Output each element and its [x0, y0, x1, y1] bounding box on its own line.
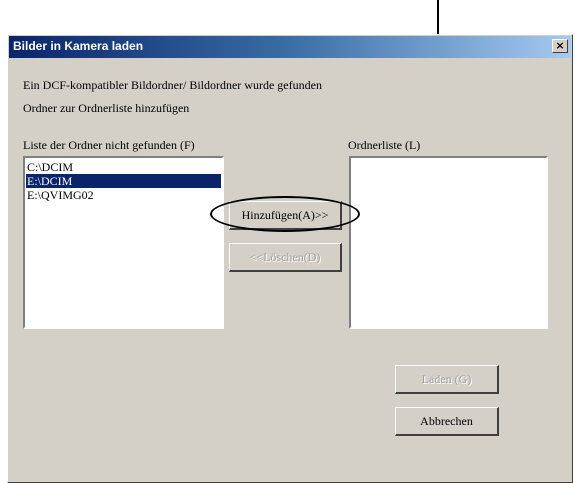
- left-list-label: Liste der Ordner nicht gefunden (F): [23, 138, 195, 152]
- list-item[interactable]: C:\DCIM: [26, 160, 221, 174]
- folder-list[interactable]: [349, 156, 548, 329]
- add-button[interactable]: Hinzufügen(A)>>: [229, 201, 342, 230]
- window-title: Bilder in Kamera laden: [13, 39, 144, 53]
- close-icon: ×: [555, 39, 565, 52]
- close-button[interactable]: ×: [552, 39, 568, 53]
- list-item[interactable]: E:\QVIMG02: [26, 188, 221, 202]
- not-found-folder-list[interactable]: C:\DCIM E:\DCIM E:\QVIMG02: [23, 156, 224, 329]
- cancel-button[interactable]: Abbrechen: [395, 407, 499, 436]
- right-list-label: Ordnerliste (L): [348, 138, 421, 152]
- info-text-found: Ein DCF-kompatibler Bildordner/ Bildordn…: [23, 78, 322, 92]
- title-bar[interactable]: Bilder in Kamera laden ×: [9, 36, 571, 58]
- load-button[interactable]: Laden (G): [395, 365, 499, 394]
- list-item-selected[interactable]: E:\DCIM: [26, 174, 221, 188]
- dialog-window: Bilder in Kamera laden × Ein DCF-kompati…: [7, 34, 573, 483]
- delete-button[interactable]: <<Löschen(D): [229, 243, 342, 272]
- info-text-add: Ordner zur Ordnerliste hinzufügen: [23, 101, 190, 115]
